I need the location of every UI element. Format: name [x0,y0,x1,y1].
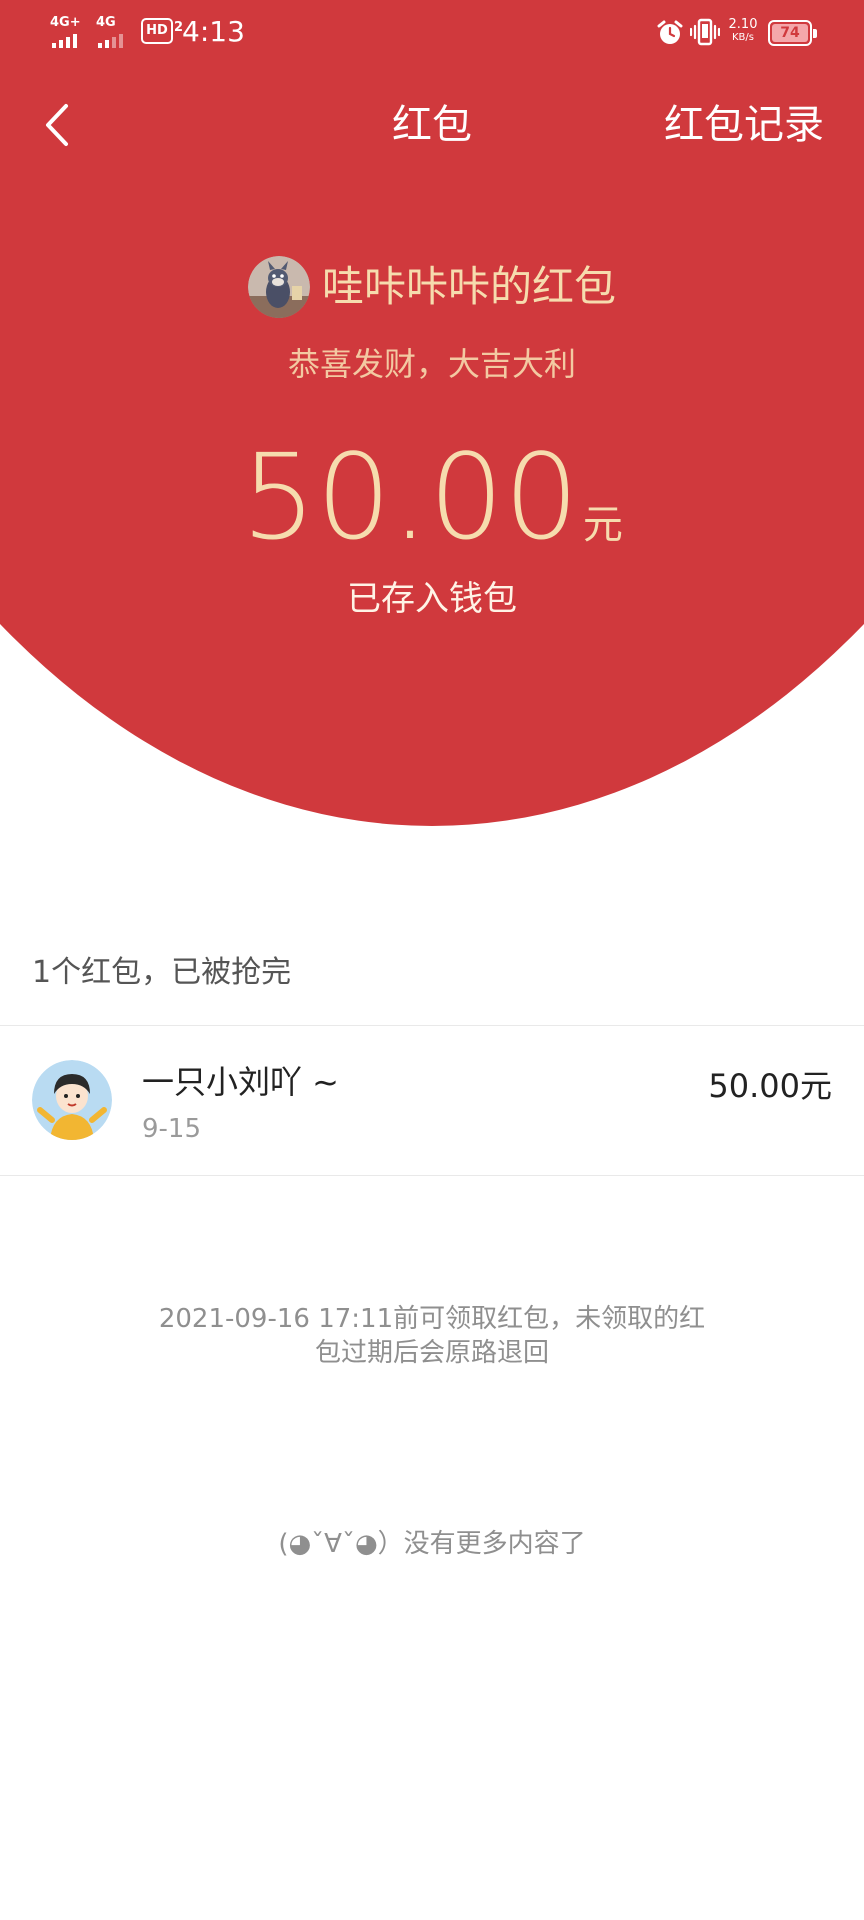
status-bar: 4G+ 4G HD 2 4:13 2.10 KB/s 74 [0,0,864,66]
status-time: 4:13 [182,15,245,48]
alarm-icon [657,20,683,44]
saved-to-wallet-link[interactable]: 已存入钱包 [0,576,864,622]
back-icon[interactable] [38,98,78,152]
red-packet-detail-page: 4G+ 4G HD 2 4:13 2.10 KB/s 74 红包 红包记录 哇咔… [0,0,864,1920]
network-speed: 2.10 KB/s [724,18,762,44]
sender-name: 哇咔咔咔的红包 [321,262,616,311]
list-item[interactable]: 一只小刘吖 ~ 9-15 50.00元 [0,1026,864,1174]
received-date: 9-15 [142,1114,202,1144]
divider [0,1175,864,1176]
amount-unit: 元 [582,502,623,548]
sender-header: 哇咔咔咔的红包 [0,256,864,318]
received-amount: 50.00 [241,428,579,566]
end-of-list-text: (◕ˇ∀ˇ◕）没有更多内容了 [278,1529,586,1559]
vibrate-icon [690,18,720,46]
sim2-signal: 4G [96,16,136,48]
sender-avatar[interactable] [247,256,310,318]
signal-bars-icon [98,34,123,48]
amount-display: 50.00 元 [0,432,864,562]
red-packet-records-link[interactable]: 红包记录 [664,98,824,152]
packet-summary: 1个红包，已被抢完 [32,955,292,990]
hd-voice-badge: HD [141,18,173,44]
sim2-network-type: 4G [96,15,116,30]
sim1-signal: 4G+ [50,16,90,48]
sim1-network-type: 4G+ [50,15,81,30]
battery-level: 74 [772,24,808,42]
recipient-amount: 50.00元 [708,1067,832,1105]
signal-bars-icon [52,34,77,48]
network-speed-value: 2.10 [728,17,758,32]
expiry-note: 2021-09-16 17:11前可领取红包，未领取的红包过期后会原路退回 [158,1304,706,1368]
network-speed-unit: KB/s [732,32,754,43]
recipient-avatar[interactable] [32,1060,112,1140]
battery-cap [813,29,817,38]
battery-icon: 74 [768,20,817,46]
recipient-name: 一只小刘吖 ~ [142,1063,339,1101]
greeting-message: 恭喜发财，大吉大利 [287,345,576,383]
